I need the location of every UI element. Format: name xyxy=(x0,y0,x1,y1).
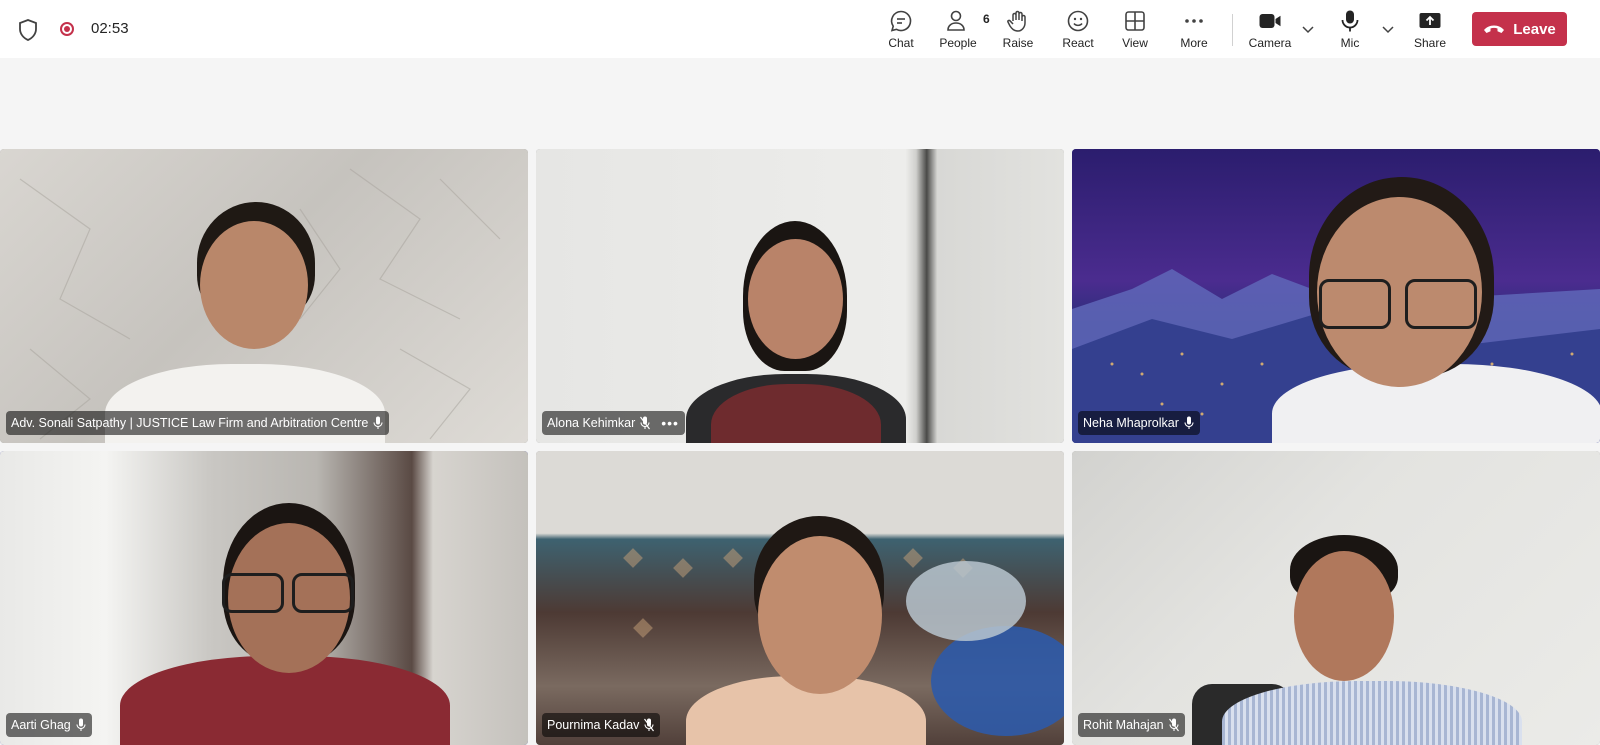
record-icon xyxy=(60,22,74,36)
chat-icon xyxy=(888,8,914,34)
mic-muted-icon xyxy=(1168,718,1179,732)
participant-tile-active[interactable]: Neha Mhaprolkar xyxy=(1072,149,1600,443)
leave-label: Leave xyxy=(1513,20,1556,38)
chat-button[interactable]: Chat xyxy=(871,8,931,54)
people-icon: 6 xyxy=(945,8,990,34)
leave-button[interactable]: Leave xyxy=(1472,12,1567,46)
participant-tile[interactable]: Pournima Kadav xyxy=(536,451,1064,745)
react-button[interactable]: React xyxy=(1048,8,1108,54)
more-icon xyxy=(1181,8,1207,34)
participant-name: Neha Mhaprolkar xyxy=(1083,416,1179,430)
people-button[interactable]: 6 People xyxy=(928,8,990,54)
participant-name: Alona Kehimkar xyxy=(547,416,636,430)
participant-more-options-icon[interactable]: ••• xyxy=(661,415,679,431)
people-label: People xyxy=(939,36,977,50)
toolbar-divider xyxy=(1232,14,1233,46)
mic-icon xyxy=(373,416,383,429)
participant-tile[interactable]: Adv. Sonali Satpathy | JUSTICE Law Firm … xyxy=(0,149,528,443)
meeting-toolbar: 02:53 Chat 6 People Raise React View Mor… xyxy=(0,0,1600,58)
participant-name-tag: Aarti Ghag xyxy=(6,713,92,737)
chat-label: Chat xyxy=(888,36,914,50)
mic-icon xyxy=(1184,416,1194,429)
mic-muted-icon xyxy=(640,416,651,430)
mic-button[interactable]: Mic xyxy=(1320,8,1380,54)
camera-label: Camera xyxy=(1248,36,1292,50)
participant-tile[interactable]: Rohit Mahajan xyxy=(1072,451,1600,745)
mic-icon xyxy=(1337,8,1363,34)
participant-name: Pournima Kadav xyxy=(547,718,640,732)
participant-name-tag: Adv. Sonali Satpathy | JUSTICE Law Firm … xyxy=(6,411,390,435)
participant-tile[interactable]: Alona Kehimkar ••• xyxy=(536,149,1064,443)
participant-name-tag: Alona Kehimkar ••• xyxy=(542,411,685,435)
participant-tile-active[interactable]: Aarti Ghag xyxy=(0,451,528,745)
more-label: More xyxy=(1180,36,1208,50)
mic-label: Mic xyxy=(1340,36,1360,50)
participant-name: Rohit Mahajan xyxy=(1083,718,1164,732)
share-icon xyxy=(1417,8,1443,34)
mic-options-chevron-down-icon[interactable] xyxy=(1379,20,1397,38)
view-icon xyxy=(1122,8,1148,34)
participant-name-tag: Pournima Kadav xyxy=(542,713,661,737)
mic-icon xyxy=(76,718,86,731)
share-button[interactable]: Share xyxy=(1400,8,1460,54)
more-button[interactable]: More xyxy=(1164,8,1224,54)
view-button[interactable]: View xyxy=(1105,8,1165,54)
participant-name-tag: Rohit Mahajan xyxy=(1078,713,1185,737)
participant-name-tag: Neha Mhaprolkar xyxy=(1078,411,1200,435)
phone-hangup-icon xyxy=(1484,25,1505,33)
mic-muted-icon xyxy=(644,718,655,732)
camera-icon xyxy=(1257,8,1283,34)
share-label: Share xyxy=(1413,36,1447,50)
meeting-timer: 02:53 xyxy=(91,20,129,37)
raise-hand-icon xyxy=(1005,8,1031,34)
participant-name: Aarti Ghag xyxy=(11,718,71,732)
raise-label: Raise xyxy=(1002,36,1034,50)
view-label: View xyxy=(1122,36,1148,50)
react-icon xyxy=(1065,8,1091,34)
camera-options-chevron-down-icon[interactable] xyxy=(1299,20,1317,38)
shield-icon[interactable] xyxy=(18,19,38,41)
raise-hand-button[interactable]: Raise xyxy=(988,8,1048,54)
camera-button[interactable]: Camera xyxy=(1240,8,1300,54)
participant-name: Adv. Sonali Satpathy | JUSTICE Law Firm … xyxy=(11,416,369,430)
react-label: React xyxy=(1062,36,1094,50)
